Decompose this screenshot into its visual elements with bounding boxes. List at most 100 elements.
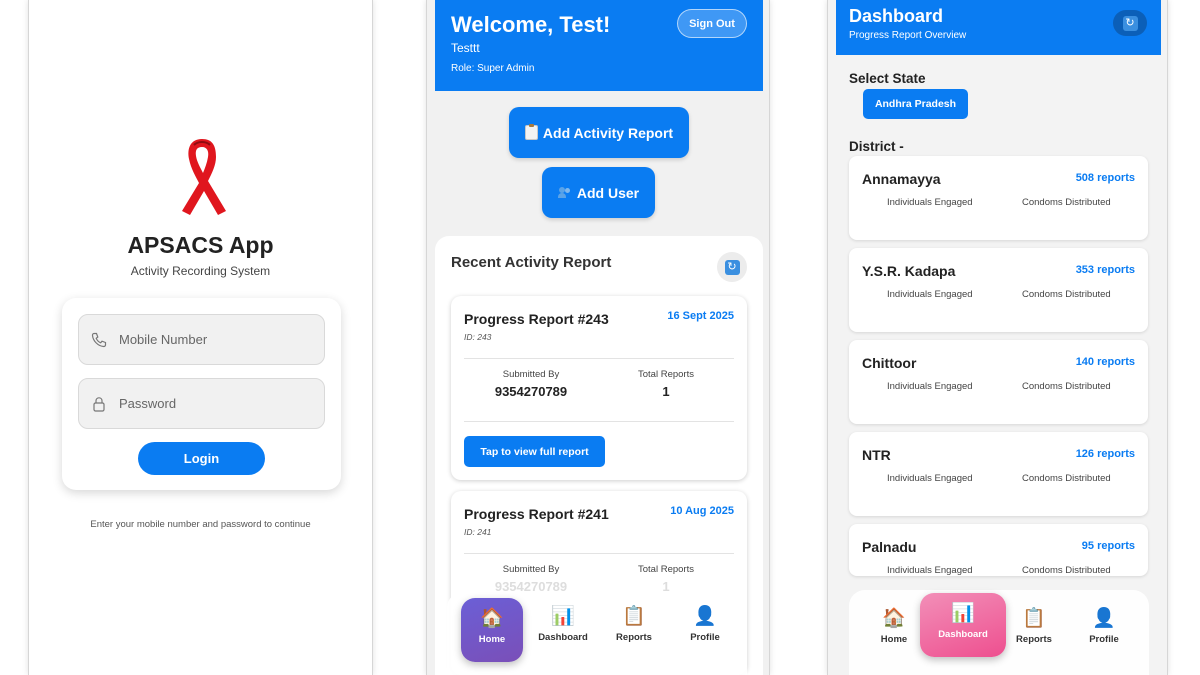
district-card[interactable]: Palnadu 95 reports Individuals Engaged C… [849, 524, 1148, 576]
total-reports-value: 1 [662, 384, 670, 399]
bar-chart-icon: 📊 [951, 603, 975, 624]
password-input[interactable] [119, 396, 309, 411]
district-name: NTR [862, 447, 891, 463]
district-card[interactable]: NTR 126 reports Individuals Engaged Cond… [849, 432, 1148, 516]
report-title: Progress Report #241 [464, 506, 609, 522]
district-report-count: 140 reports [1075, 356, 1135, 368]
report-date: 16 Sept 2025 [667, 310, 734, 322]
submitted-by-label: Submitted By [502, 369, 560, 380]
district-card[interactable]: Y.S.R. Kadapa 353 reports Individuals En… [849, 248, 1148, 332]
refresh-icon: ↻ [724, 259, 740, 275]
phone-icon [91, 332, 107, 347]
mobile-field[interactable] [78, 314, 325, 365]
lock-icon [93, 396, 105, 412]
person-icon: 👤 [1092, 608, 1116, 629]
report-date: 10 Aug 2025 [670, 505, 734, 517]
submitted-by-label: Submitted By [502, 564, 560, 575]
nav-reports[interactable]: 📋 Reports [603, 596, 665, 660]
nav-profile-label: Profile [1089, 634, 1119, 645]
house-icon: 🏠 [480, 608, 504, 629]
refresh-button[interactable]: ↻ [717, 252, 747, 282]
mobile-input[interactable] [119, 332, 309, 347]
recent-activity-title: Recent Activity Report [451, 254, 612, 271]
district-name: Chittoor [862, 355, 917, 371]
dashboard-screen: Dashboard Progress Report Overview ↻ Sel… [827, 0, 1168, 675]
nav-dashboard-label: Dashboard [538, 632, 588, 643]
individuals-engaged-label: Individuals Engaged [887, 381, 973, 392]
clipboard-icon: 📋 [622, 606, 646, 627]
individuals-engaged-label: Individuals Engaged [887, 565, 973, 576]
users-icon [557, 186, 572, 199]
total-reports-label: Total Reports [638, 369, 694, 380]
district-report-count: 95 reports [1081, 540, 1135, 552]
select-state-label: Select State [849, 71, 926, 86]
user-role: Role: Super Admin [451, 63, 535, 74]
sign-out-button[interactable]: Sign Out [677, 9, 747, 38]
district-report-count: 126 reports [1075, 448, 1135, 460]
state-chip[interactable]: Andhra Pradesh [863, 89, 968, 119]
nav-home[interactable]: 🏠 Home [863, 598, 925, 662]
condoms-distributed-label: Condoms Distributed [1022, 381, 1111, 392]
condoms-distributed-label: Condoms Distributed [1022, 473, 1111, 484]
red-ribbon-icon [182, 139, 226, 215]
divider [464, 421, 734, 422]
username: Testtt [451, 41, 480, 55]
clipboard-icon [524, 124, 538, 140]
nav-reports[interactable]: 📋 Reports [1003, 598, 1065, 662]
divider [464, 553, 734, 554]
individuals-engaged-label: Individuals Engaged [887, 289, 973, 300]
nav-home-label: Home [880, 634, 908, 645]
district-report-count: 353 reports [1075, 264, 1135, 276]
clipboard-icon: 📋 [1022, 608, 1046, 629]
dashboard-subtitle: Progress Report Overview [849, 30, 967, 41]
app-title: APSACS App [127, 232, 274, 258]
refresh-icon: ↻ [1122, 15, 1138, 31]
submitted-by-value: 9354270789 [494, 384, 568, 399]
add-user-label: Add User [576, 184, 640, 201]
report-id: ID: 241 [464, 527, 492, 537]
district-report-count: 508 reports [1075, 172, 1135, 184]
nav-dashboard[interactable]: 📊 Dashboard [920, 593, 1006, 657]
login-hint: Enter your mobile number and password to… [90, 519, 311, 530]
district-card[interactable]: Chittoor 140 reports Individuals Engaged… [849, 340, 1148, 424]
report-id: ID: 243 [464, 332, 492, 342]
nav-profile[interactable]: 👤 Profile [1073, 598, 1135, 662]
individuals-engaged-label: Individuals Engaged [887, 473, 973, 484]
home-header: Welcome, Test! Testtt Role: Super Admin … [435, 0, 763, 91]
report-card[interactable]: Progress Report #243 16 Sept 2025 ID: 24… [451, 296, 747, 480]
home-screen: Welcome, Test! Testtt Role: Super Admin … [426, 0, 770, 675]
welcome-title: Welcome, Test! [451, 12, 611, 37]
nav-home[interactable]: 🏠 Home [461, 598, 523, 662]
bar-chart-icon: 📊 [551, 606, 575, 627]
condoms-distributed-label: Condoms Distributed [1022, 289, 1111, 300]
house-icon: 🏠 [882, 608, 906, 629]
nav-dashboard[interactable]: 📊 Dashboard [532, 596, 594, 660]
nav-dashboard-label: Dashboard [938, 629, 988, 640]
district-label: District - [849, 139, 904, 154]
nav-profile-label: Profile [690, 632, 720, 643]
view-full-report-button[interactable]: Tap to view full report [464, 436, 605, 467]
password-field[interactable] [78, 378, 325, 429]
dashboard-header: Dashboard Progress Report Overview ↻ [836, 0, 1161, 55]
nav-home-label: Home [478, 634, 506, 645]
dashboard-title: Dashboard [849, 6, 944, 26]
login-screen: APSACS App Activity Recording System Log… [28, 0, 373, 675]
divider [464, 358, 734, 359]
report-title: Progress Report #243 [464, 311, 609, 327]
district-card[interactable]: Annamayya 508 reports Individuals Engage… [849, 156, 1148, 240]
add-user-button[interactable]: Add User [542, 167, 655, 218]
nav-reports-label: Reports [616, 632, 652, 643]
condoms-distributed-label: Condoms Distributed [1022, 197, 1111, 208]
nav-reports-label: Reports [1016, 634, 1052, 645]
add-activity-label: Add Activity Report [542, 124, 674, 141]
district-name: Palnadu [862, 539, 917, 555]
login-button[interactable]: Login [138, 442, 265, 475]
total-reports-label: Total Reports [638, 564, 694, 575]
bottom-nav: 🏠 Home 📊 Dashboard 📋 Reports 👤 Profile [447, 592, 747, 675]
nav-profile[interactable]: 👤 Profile [674, 596, 736, 660]
app-subtitle: Activity Recording System [130, 264, 271, 278]
district-name: Annamayya [862, 171, 941, 187]
dashboard-refresh-button[interactable]: ↻ [1113, 10, 1147, 36]
add-activity-report-button[interactable]: Add Activity Report [509, 107, 689, 158]
bottom-nav: 🏠 Home 📊 Dashboard 📋 Reports 👤 Profile [849, 590, 1149, 675]
